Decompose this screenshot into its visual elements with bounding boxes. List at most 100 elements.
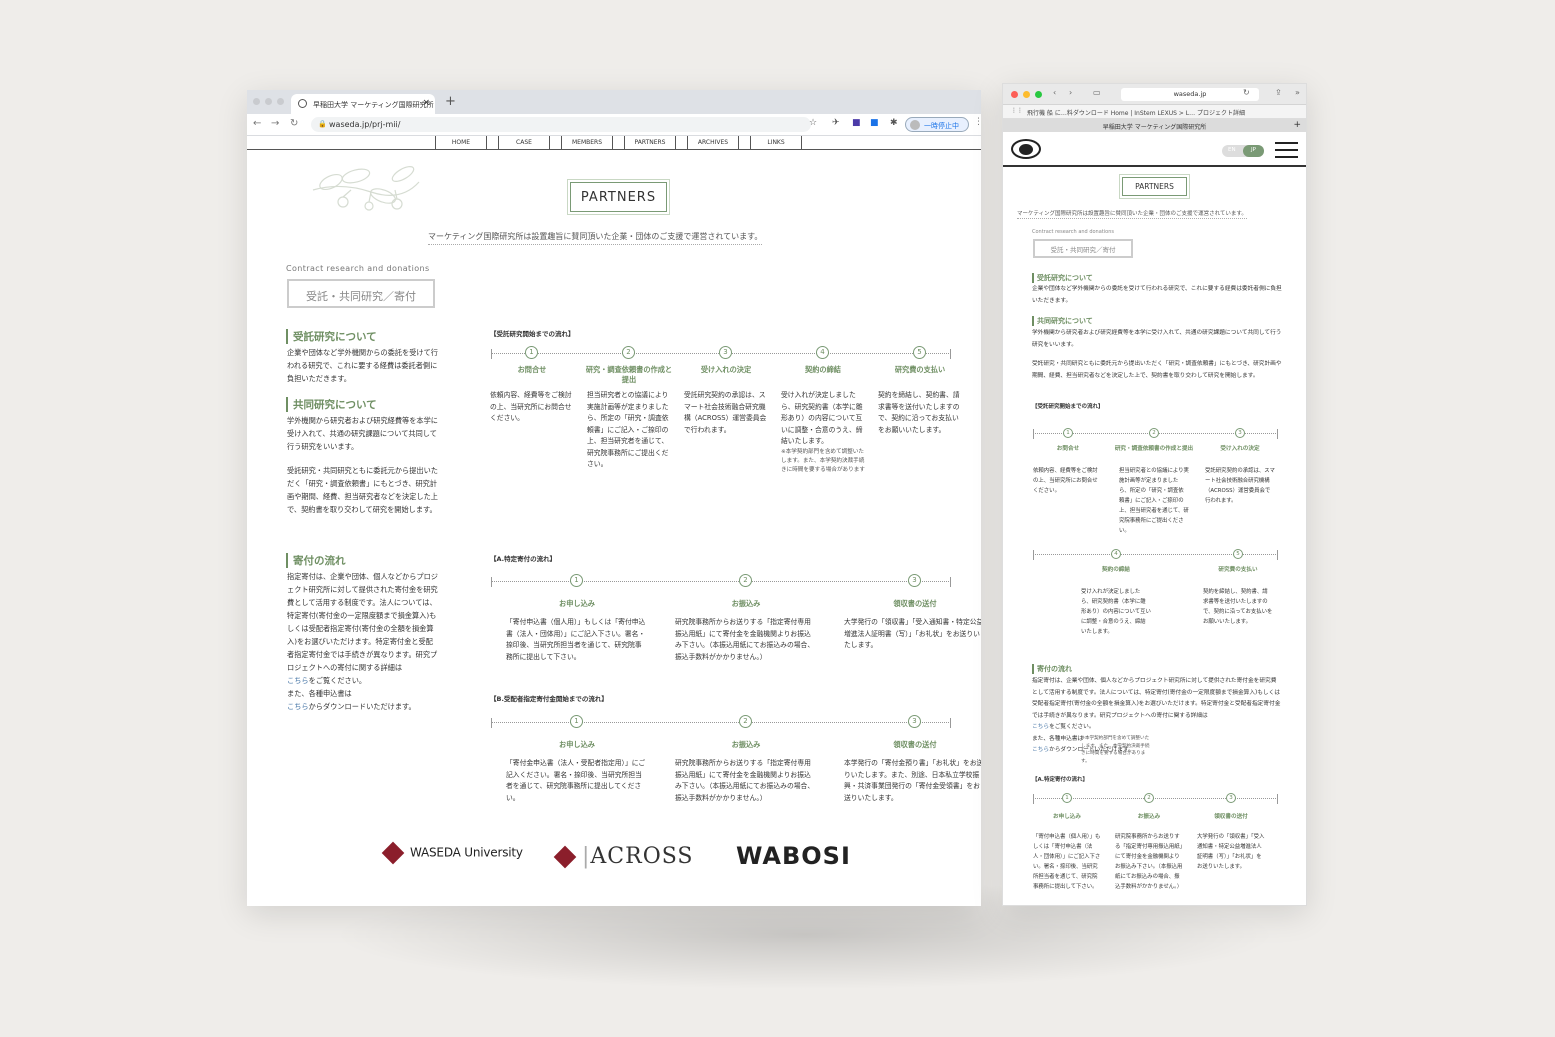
zoom-window-icon[interactable] xyxy=(1035,91,1042,98)
step-text: 担当研究者との協議により実施計画等が定まりましたら、所定の「研究・調査依頼書」に… xyxy=(587,391,669,468)
nav-links[interactable]: LINKS xyxy=(750,136,802,150)
step-text: 研究院事務所からお送りする「指定寄付専用振込用紙」にて寄付金を金融機関よりお振込… xyxy=(675,618,815,661)
lang-jp[interactable]: JP xyxy=(1243,145,1264,157)
step-title: お振込み xyxy=(731,740,761,749)
minimize-window-icon[interactable] xyxy=(1023,91,1030,98)
step-title: 受け入れの決定 xyxy=(1220,446,1260,452)
step-number: 4 xyxy=(1111,549,1121,559)
step-number: 4 xyxy=(816,346,829,359)
puzzle-icon[interactable]: ✱ xyxy=(890,118,898,128)
details-link[interactable]: こちら xyxy=(287,676,309,685)
intro-text: マーケティング国際研究所は設置趣旨に賛同頂いた企業・団体のご支援で運営されていま… xyxy=(1017,211,1247,219)
flow-heading: 【A.特定寄付の流れ】 xyxy=(1032,777,1088,783)
bookmarks-text[interactable]: 飛行機 船 に…料ダウンロード Home | InStem LEXUS > L…… xyxy=(1027,110,1245,117)
step-number: 2 xyxy=(1144,793,1154,803)
site-nav: HOME CASE MEMBERS PARTNERS ARCHIVES LINK… xyxy=(247,136,981,150)
bookmark-star-icon[interactable]: ☆ xyxy=(809,118,817,128)
menu-kebab-icon[interactable]: ⋮ xyxy=(974,117,981,127)
forward-icon[interactable]: → xyxy=(271,118,279,129)
lang-en[interactable]: EN xyxy=(1228,147,1236,153)
url-field[interactable]: 🔒 waseda.jp/prj-mii/ xyxy=(311,117,811,132)
step-text: 受け入れが決定しましたら、研究契約書（本学に雛形あり）の内容について互いに調整・… xyxy=(1081,589,1151,635)
step-number: 2 xyxy=(739,574,752,587)
section-text: 学外機関から研究者および研究経費等を本学に受け入れて、共通の研究課題について共同… xyxy=(1032,330,1282,348)
url-field[interactable]: waseda.jp xyxy=(1121,88,1259,101)
step-title: 研究費の支払い xyxy=(894,365,946,374)
step-number: 2 xyxy=(739,715,752,728)
step-number: 1 xyxy=(525,346,538,359)
nav-partners[interactable]: PARTNERS xyxy=(624,136,676,150)
across-logo[interactable]: |ACROSS xyxy=(553,844,694,869)
download-link[interactable]: こちら xyxy=(287,702,309,711)
language-toggle[interactable]: EN JP xyxy=(1222,145,1264,157)
section-heading: 共同研究について xyxy=(286,397,377,412)
step-text: 研究院事務所からお送りする「指定寄付専用振込用紙」にて寄付金を金融機関よりお振込… xyxy=(675,759,815,802)
address-bar-row: ← → ↻ 🔒 waseda.jp/prj-mii/ ☆ ✈ ■ ■ ✱ 一時停… xyxy=(247,114,981,136)
step-text: 「寄付申込書（個人用）」もしくは「寄付申込書（法人・団体用）」にご記入下さい。署… xyxy=(506,618,646,661)
wabosi-logo[interactable]: WABOSI xyxy=(736,842,851,870)
step-title: 研究・調査依頼書の作成と提出 xyxy=(1114,446,1194,452)
step-text: 研究院事務所からお送りする「指定寄付専用振込用紙」にて寄付金を金融機関よりお振込… xyxy=(1115,834,1183,890)
url-text: waseda.jp/prj-mii/ xyxy=(329,120,401,129)
reload-icon[interactable]: ↻ xyxy=(1243,88,1250,97)
nav-home[interactable]: HOME xyxy=(435,136,487,150)
new-tab-icon[interactable]: + xyxy=(1293,120,1301,130)
nav-archives[interactable]: ARCHIVES xyxy=(687,136,739,150)
avatar xyxy=(910,120,920,130)
reload-icon[interactable]: ↻ xyxy=(290,118,298,129)
forward-icon[interactable]: › xyxy=(1069,88,1072,97)
globe-logo-icon[interactable] xyxy=(1011,139,1041,159)
across-logo-text: ACROSS xyxy=(590,844,694,869)
step-text: 依頼内容、経費等をご検討の上、当研究所にお問合せください。 xyxy=(1033,468,1098,494)
step-title: 研究・調査依頼書の作成と提出 xyxy=(585,365,673,384)
lock-icon: 🔒 xyxy=(318,120,327,128)
details-link[interactable]: こちら xyxy=(1032,724,1049,730)
section-text: 受託研究・共同研究ともに委託元から提出いただく「研究・調査依頼書」にもとづき、研… xyxy=(1032,361,1282,379)
browser-tab[interactable]: 早稲田大学 マーケティング国際研究所 × xyxy=(291,94,435,114)
grid-icon[interactable]: ⋮⋮ xyxy=(1011,107,1023,114)
profile-pause-button[interactable]: 一時停止中 xyxy=(905,117,969,132)
nav-members[interactable]: MEMBERS xyxy=(561,136,613,150)
share-icon[interactable]: ⇪ xyxy=(1275,88,1282,97)
step-title: 研究費の支払い xyxy=(1218,567,1258,573)
forms-line: また、各種申込書は xyxy=(287,689,352,698)
step-number: 2 xyxy=(1149,428,1159,438)
pause-label: 一時停止中 xyxy=(924,122,959,130)
waseda-emblem-icon xyxy=(381,841,405,865)
flow-heading: 【B.受配者指定寄付金開始までの流れ】 xyxy=(490,695,608,703)
back-icon[interactable]: ‹ xyxy=(1053,88,1056,97)
download-link[interactable]: こちら xyxy=(1032,747,1049,753)
close-tab-icon[interactable]: × xyxy=(422,98,430,108)
step-text: 大学発行の「領収書」「受入通知書・特定公益増進法人証明書（写）」「お礼状」をお送… xyxy=(844,618,981,649)
sidebar-icon[interactable]: ▭ xyxy=(1093,88,1101,97)
back-icon[interactable]: ← xyxy=(253,118,261,129)
step-number: 1 xyxy=(1063,428,1073,438)
nav-case[interactable]: CASE xyxy=(498,136,550,150)
step-number: 5 xyxy=(1233,549,1243,559)
close-window-icon[interactable] xyxy=(1011,91,1018,98)
step-title: お申し込み xyxy=(559,740,595,749)
safari-tab[interactable]: 早稲田大学 マーケティング国際研究所 + xyxy=(1003,119,1306,132)
hamburger-menu-icon[interactable] xyxy=(1275,142,1298,158)
waseda-logo[interactable]: WASEDA University xyxy=(381,841,523,865)
section-heading: 共同研究について xyxy=(1032,316,1093,326)
step-number: 3 xyxy=(719,346,732,359)
step-number: 3 xyxy=(1226,793,1236,803)
waseda-logo-text: WASEDA University xyxy=(410,845,523,860)
mobile-browser-window: ‹ › ▭ waseda.jp ↻ ⇪ » ⋮⋮ 飛行機 船 に…料ダウンロード… xyxy=(1002,83,1307,906)
extension-icon[interactable]: ■ xyxy=(852,118,861,128)
extension-icon[interactable]: ✈ xyxy=(832,118,840,128)
more-icon[interactable]: » xyxy=(1295,88,1300,97)
step-title: お振込み xyxy=(1137,814,1161,820)
new-tab-button[interactable]: + xyxy=(445,94,456,109)
step-text: 依頼内容、経費等をご検討の上、当研究所にお問合せください。 xyxy=(490,391,572,422)
donation-text: 指定寄付は、企業や団体、個人などからプロジェクト研究所に対して提供された寄付金を… xyxy=(1032,676,1282,757)
extension-icon[interactable]: ■ xyxy=(870,118,879,128)
step-text: 担当研究者との協議により実施計画等が定まりましたら、所定の「研究・調査依頼書」に… xyxy=(1119,468,1189,534)
section-text: 企業や団体など学外機関からの委託を受けて行われる研究で、これに要する経費は委託者… xyxy=(1032,286,1282,304)
step-title: 受け入れの決定 xyxy=(700,365,752,374)
leaf-decoration-icon xyxy=(312,166,420,211)
page-title: PARTNERS xyxy=(567,179,670,215)
contract-heading-box: 受託・共同研究／寄付 xyxy=(287,279,435,308)
across-emblem-icon xyxy=(553,845,577,869)
